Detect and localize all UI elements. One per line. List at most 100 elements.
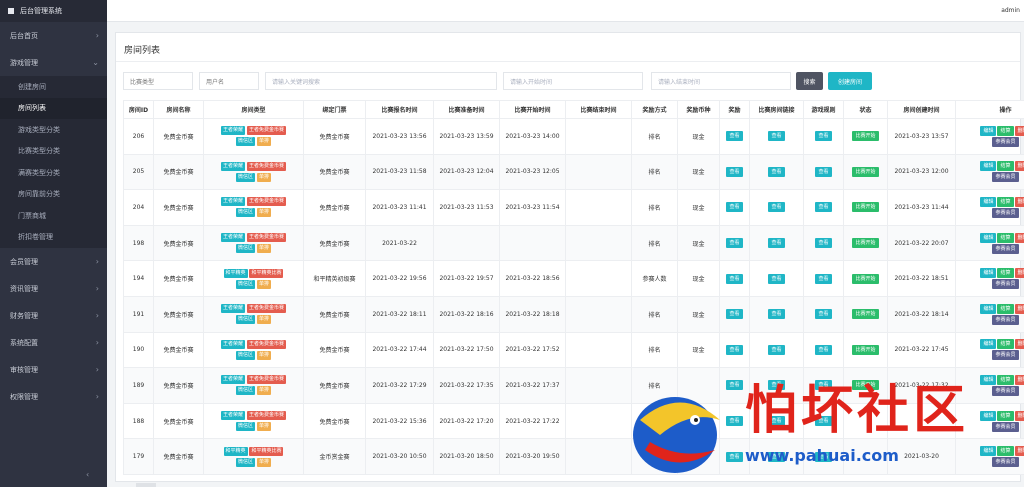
app-brand[interactable]: 后台管理系统 — [0, 0, 107, 22]
sidebar-item-system[interactable]: 系统配置 › — [0, 329, 107, 356]
reward-view-button[interactable]: 查看 — [726, 131, 743, 142]
members-button[interactable]: 参赛会员 — [992, 172, 1019, 183]
room-link-view-button[interactable]: 查看 — [768, 166, 785, 177]
edit-button[interactable]: 编辑 — [980, 268, 997, 279]
create-room-button[interactable]: 创建房间 — [828, 72, 872, 90]
settle-button[interactable]: 结算 — [997, 125, 1014, 136]
room-link-view-button[interactable]: 查看 — [768, 344, 785, 355]
rules-view-button[interactable]: 查看 — [815, 202, 832, 213]
pagination[interactable] — [136, 483, 156, 487]
signup-time-cell: 2021-03-23 13:56 — [365, 118, 434, 155]
app-title: 后台管理系统 — [20, 7, 62, 15]
delete-button[interactable]: 删除 — [1014, 125, 1024, 136]
column-header: 奖励方式 — [631, 100, 678, 119]
delete-button[interactable]: 删除 — [1014, 339, 1024, 350]
collapse-sidebar-icon[interactable]: ‹ — [86, 470, 89, 479]
user-name[interactable]: admin — [1001, 7, 1020, 14]
reward-view-button[interactable]: 查看 — [726, 166, 743, 177]
reward-view-button[interactable]: 查看 — [726, 202, 743, 213]
start-time-cell: 2021-03-23 11:54 — [499, 189, 566, 226]
sidebar-item-audit[interactable]: 审核管理 › — [0, 356, 107, 383]
sidebar-item-home[interactable]: 后台首页 › — [0, 22, 107, 49]
sidebar-subitem-game-type[interactable]: 游戏类型分类 — [0, 119, 107, 141]
rules-view-button[interactable]: 查看 — [815, 166, 832, 177]
room-id-cell: 204 — [123, 189, 154, 226]
start-time-input[interactable]: 请输入开始时间 — [503, 72, 643, 90]
settle-button[interactable]: 结算 — [997, 161, 1014, 172]
sidebar-subitem-coupon[interactable]: 折扣卷管理 — [0, 226, 107, 248]
room-type-cell: 王者荣耀 王者免费金币赛 微信区 单排 — [203, 224, 304, 262]
reward-view-cell: 查看 — [719, 118, 750, 155]
search-button[interactable]: 搜索 — [796, 72, 823, 90]
room-link-view-button[interactable]: 查看 — [768, 202, 785, 213]
rules-view-button[interactable]: 查看 — [815, 309, 832, 320]
settle-button[interactable]: 结算 — [997, 196, 1014, 207]
members-button[interactable]: 参赛会员 — [992, 207, 1019, 218]
settle-button[interactable]: 结算 — [997, 232, 1014, 243]
rules-view-button[interactable]: 查看 — [815, 344, 832, 355]
sidebar-item-finance[interactable]: 财务管理 › — [0, 302, 107, 329]
ready-time-cell: 2021-03-23 12:04 — [433, 153, 500, 191]
rules-view-cell: 查看 — [803, 153, 844, 191]
edit-button[interactable]: 编辑 — [980, 161, 997, 172]
sidebar-item-news[interactable]: 资讯管理 › — [0, 275, 107, 302]
room-type-tag: 单排 — [256, 422, 271, 432]
reward-mode-cell: 排名 — [631, 189, 678, 226]
edit-button[interactable]: 编辑 — [980, 232, 997, 243]
currency-cell: 现金 — [677, 260, 720, 297]
reward-view-button[interactable]: 查看 — [726, 238, 743, 249]
members-button[interactable]: 参赛会员 — [992, 243, 1019, 254]
table-row: 204 免费金币赛 王者荣耀 王者免费金币赛 微信区 单排 免费金币赛 2021-03… — [123, 189, 1024, 226]
room-link-view-button[interactable]: 查看 — [768, 238, 785, 249]
edit-button[interactable]: 编辑 — [980, 196, 997, 207]
room-type-cell: 和平精英 和平精英比赛 微信区 单排 — [203, 438, 304, 475]
edit-button[interactable]: 编辑 — [980, 125, 997, 136]
sidebar-item-permission[interactable]: 权限管理 › — [0, 383, 107, 410]
rules-view-button[interactable]: 查看 — [815, 273, 832, 284]
rules-view-button[interactable]: 查看 — [815, 238, 832, 249]
reward-view-cell: 查看 — [719, 331, 750, 369]
sidebar-subitem-room-top[interactable]: 房间靠前分类 — [0, 183, 107, 205]
settle-button[interactable]: 结算 — [997, 303, 1014, 314]
delete-button[interactable]: 删除 — [1014, 196, 1024, 207]
edit-button[interactable]: 编辑 — [980, 303, 997, 314]
sidebar-subitem-create-room[interactable]: 创建房间 — [0, 76, 107, 98]
table-row: 205 免费金币赛 王者荣耀 王者免费金币赛 微信区 单排 免费金币赛 2021-03… — [123, 153, 1024, 191]
column-header: 操作 — [955, 100, 1024, 119]
sidebar-item-member[interactable]: 会员管理 › — [0, 248, 107, 275]
divider — [116, 61, 1020, 62]
delete-button[interactable]: 删除 — [1014, 268, 1024, 279]
room-link-view-button[interactable]: 查看 — [768, 309, 785, 320]
rules-view-button[interactable]: 查看 — [815, 131, 832, 142]
username-input[interactable]: 用户名 — [199, 72, 259, 90]
members-button[interactable]: 参赛会员 — [992, 350, 1019, 361]
sidebar-subitem-full-type[interactable]: 满赛类型分类 — [0, 162, 107, 184]
reward-view-button[interactable]: 查看 — [726, 309, 743, 320]
status-cell: 比赛开始 — [843, 118, 888, 155]
sidebar-subitem-ticket-mall[interactable]: 门票商城 — [0, 205, 107, 227]
room-type-tag: 单排 — [256, 208, 271, 218]
settle-button[interactable]: 结算 — [997, 339, 1014, 350]
delete-button[interactable]: 删除 — [1014, 232, 1024, 243]
reward-view-button[interactable]: 查看 — [726, 273, 743, 284]
delete-button[interactable]: 删除 — [1014, 161, 1024, 172]
status-cell: 比赛开始 — [843, 260, 888, 297]
keyword-search-input[interactable]: 请输入关键词搜索 — [265, 72, 497, 90]
room-link-view-button[interactable]: 查看 — [768, 131, 785, 142]
end-time-input[interactable]: 请输入结束时间 — [651, 72, 791, 90]
members-button[interactable]: 参赛会员 — [992, 279, 1019, 290]
edit-button[interactable]: 编辑 — [980, 339, 997, 350]
members-button[interactable]: 参赛会员 — [992, 136, 1019, 147]
reward-view-button[interactable]: 查看 — [726, 344, 743, 355]
delete-button[interactable]: 删除 — [1014, 303, 1024, 314]
room-type-cell: 王者荣耀 王者免费金币赛 微信区 单排 — [203, 331, 304, 369]
room-link-view-cell: 查看 — [749, 153, 804, 191]
status-badge: 比赛开始 — [852, 166, 879, 177]
match-type-select[interactable]: 比赛类型 — [123, 72, 193, 90]
sidebar-subitem-match-type[interactable]: 比赛类型分类 — [0, 140, 107, 162]
room-link-view-button[interactable]: 查看 — [768, 273, 785, 284]
sidebar-subitem-room-list[interactable]: 房间列表 — [0, 97, 107, 119]
sidebar-item-game[interactable]: 游戏管理 ⌄ — [0, 49, 107, 76]
settle-button[interactable]: 结算 — [997, 268, 1014, 279]
members-button[interactable]: 参赛会员 — [992, 314, 1019, 325]
